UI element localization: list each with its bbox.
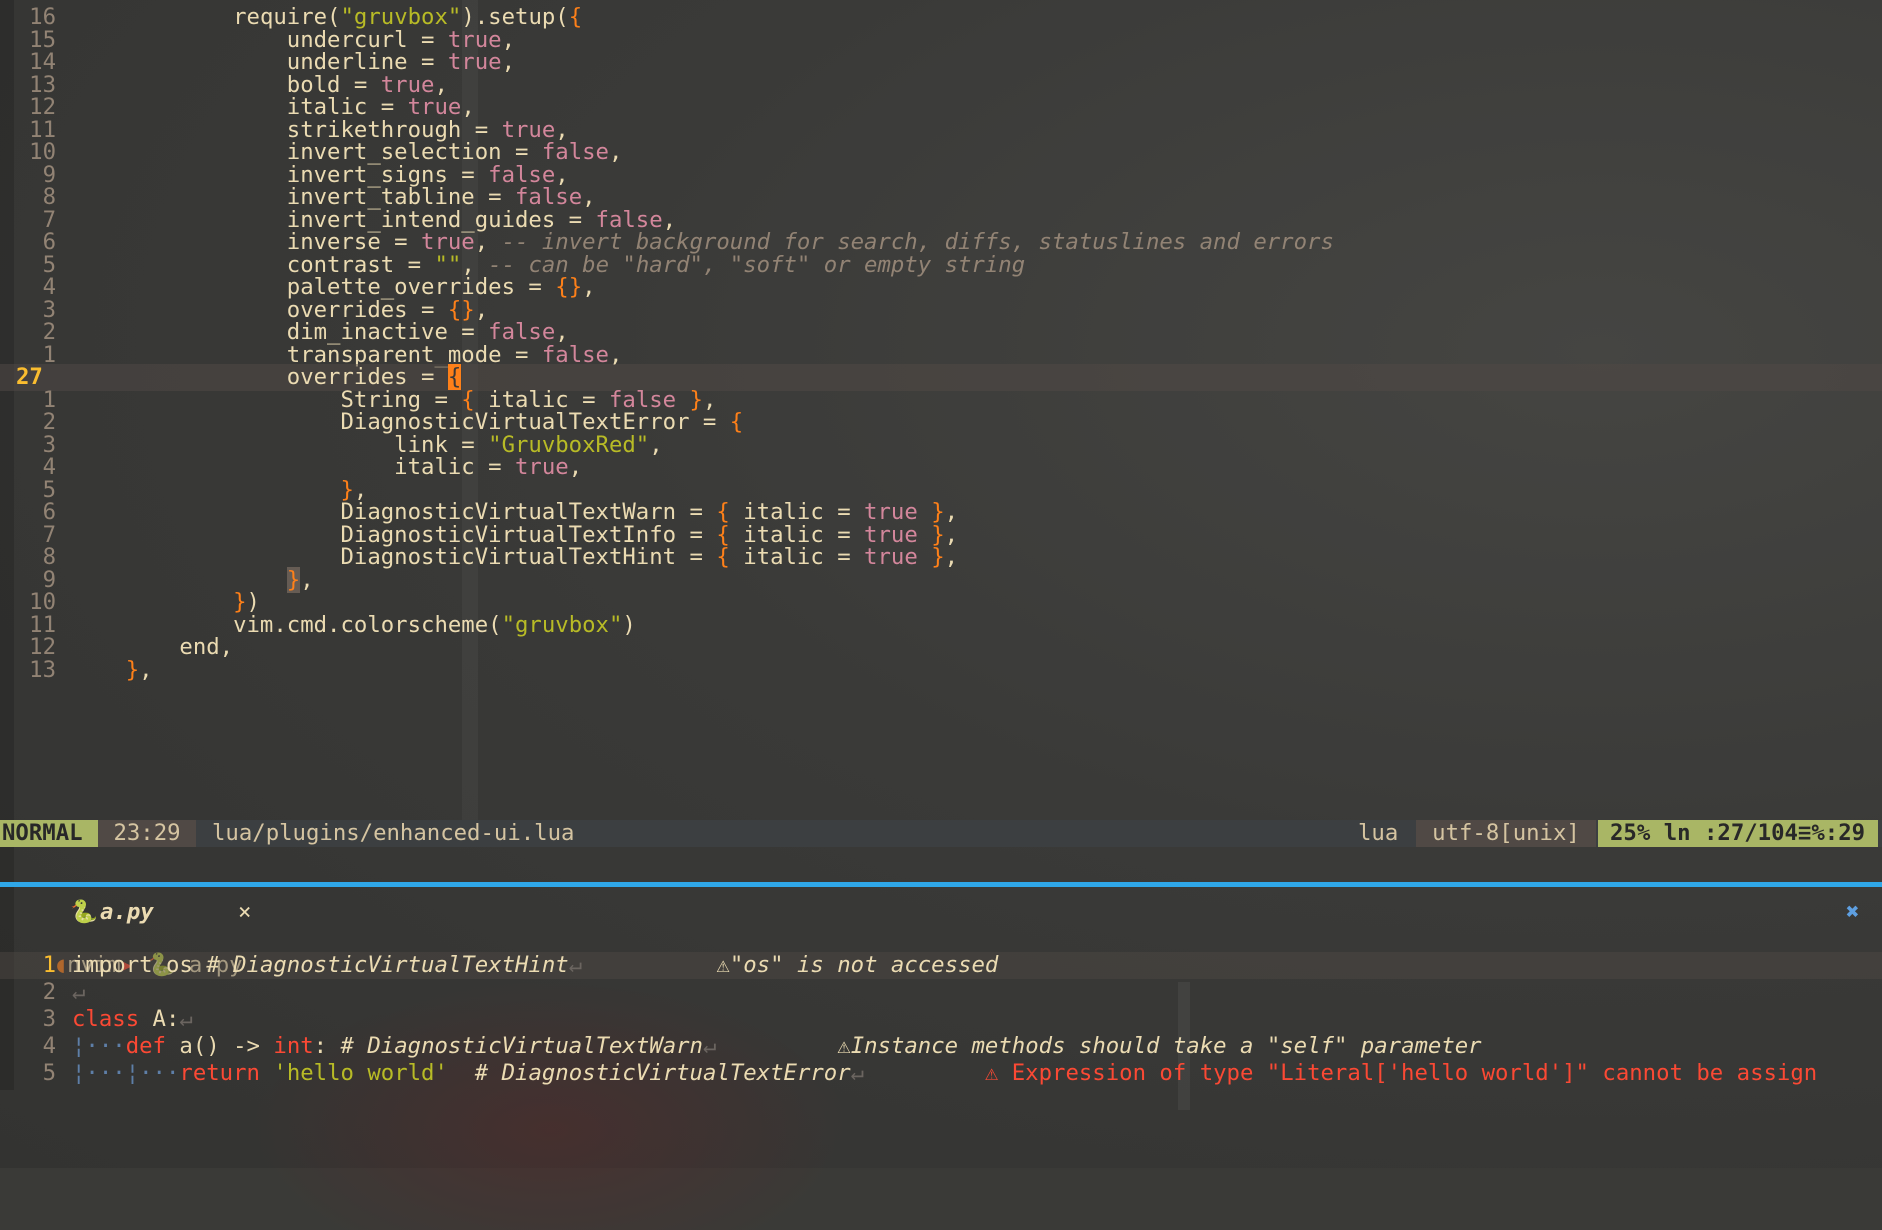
- token: return: [179, 1060, 260, 1086]
- token: ↵: [72, 979, 86, 1005]
- token: ,: [139, 656, 153, 683]
- token: ¦···¦···: [72, 1060, 180, 1086]
- mode-indicator: NORMAL: [0, 820, 98, 847]
- token: Instance methods should take a "self" pa…: [850, 1033, 1482, 1059]
- window-separator: [0, 882, 1882, 887]
- winbar-breadcrumb: ◖nvim▸ 🐍 a.py: [0, 925, 1882, 978]
- line-text: import os # DiagnosticVirtualTextHint↵ ⚠…: [72, 952, 998, 979]
- line-text: class A:↵: [72, 1006, 193, 1033]
- current-line[interactable]: 1 import os # DiagnosticVirtualTextHint↵ …: [0, 952, 1882, 979]
- token: import os: [72, 952, 207, 978]
- line-number: 13: [29, 656, 56, 683]
- statusline: NORMAL 23:29 lua/plugins/enhanced-ui.lua…: [0, 820, 1882, 847]
- token: # DiagnosticVirtualTextError: [474, 1060, 851, 1086]
- token: ↵: [179, 1006, 193, 1032]
- code-line[interactable]: 4 ¦···def a() -> int: # DiagnosticVirtual…: [0, 1033, 1882, 1060]
- line-number: 4: [42, 1033, 56, 1059]
- token: ↵: [702, 1033, 717, 1059]
- code-line[interactable]: 5 ¦···¦···return 'hello world' # Diagnost…: [0, 1060, 1882, 1087]
- python-icon: 🐍: [70, 899, 98, 925]
- top-editor-pane[interactable]: 16 require("gruvbox").setup({15 undercur…: [0, 0, 1882, 820]
- token: ↵: [850, 1060, 865, 1086]
- warning-icon: ⚠: [837, 1033, 851, 1059]
- line-text: ¦···def a() -> int: # DiagnosticVirtualT…: [72, 1033, 1482, 1060]
- file-progress: 25% ln :27/104≡%:29: [1598, 820, 1878, 847]
- close-icon[interactable]: ×: [238, 899, 251, 926]
- token: 'hello world': [273, 1060, 448, 1086]
- token: ¦···: [72, 1033, 126, 1059]
- line-number: 5: [42, 1060, 56, 1086]
- token: # DiagnosticVirtualTextWarn: [340, 1033, 703, 1059]
- code-line[interactable]: 13 },: [0, 657, 1882, 684]
- line-text: ¦···¦···return 'hello world' # Diagnosti…: [72, 1060, 1817, 1087]
- token: class: [72, 1006, 140, 1032]
- token: def: [125, 1033, 166, 1059]
- tabbar: 🐍 a.py × ✖: [0, 899, 1882, 926]
- line-text: },: [72, 657, 153, 684]
- token: int: [273, 1033, 314, 1059]
- token: a() ->: [165, 1033, 274, 1059]
- code-line[interactable]: 2 ↵: [0, 979, 1882, 1006]
- window-close-icon[interactable]: ✖: [1846, 899, 1859, 926]
- token: A:: [139, 1006, 180, 1032]
- filetype: lua: [1358, 820, 1399, 846]
- line-text: ↵: [72, 979, 85, 1006]
- token: "os" is not accessed: [729, 952, 999, 978]
- cursor-position: 23:29: [98, 820, 196, 847]
- token: :: [313, 1033, 341, 1059]
- code-line[interactable]: 3 class A:↵: [0, 1006, 1882, 1033]
- file-encoding: utf-8[unix]: [1416, 820, 1596, 847]
- token: # DiagnosticVirtualTextHint: [206, 952, 569, 978]
- token: ⚠ Expression of type "Literal['hello wor…: [984, 1060, 1818, 1086]
- token: }: [125, 656, 140, 683]
- bottom-editor-pane[interactable]: 🐍 a.py × ✖ ◖nvim▸ 🐍 a.py 1 import os # Di…: [0, 887, 1882, 1168]
- file-path: lua/plugins/enhanced-ui.lua: [212, 820, 575, 846]
- line-number: 3: [42, 1006, 56, 1032]
- token: ↵: [568, 952, 583, 978]
- tab-a-py[interactable]: a.py: [100, 899, 154, 926]
- warning-icon: ⚠: [716, 952, 730, 978]
